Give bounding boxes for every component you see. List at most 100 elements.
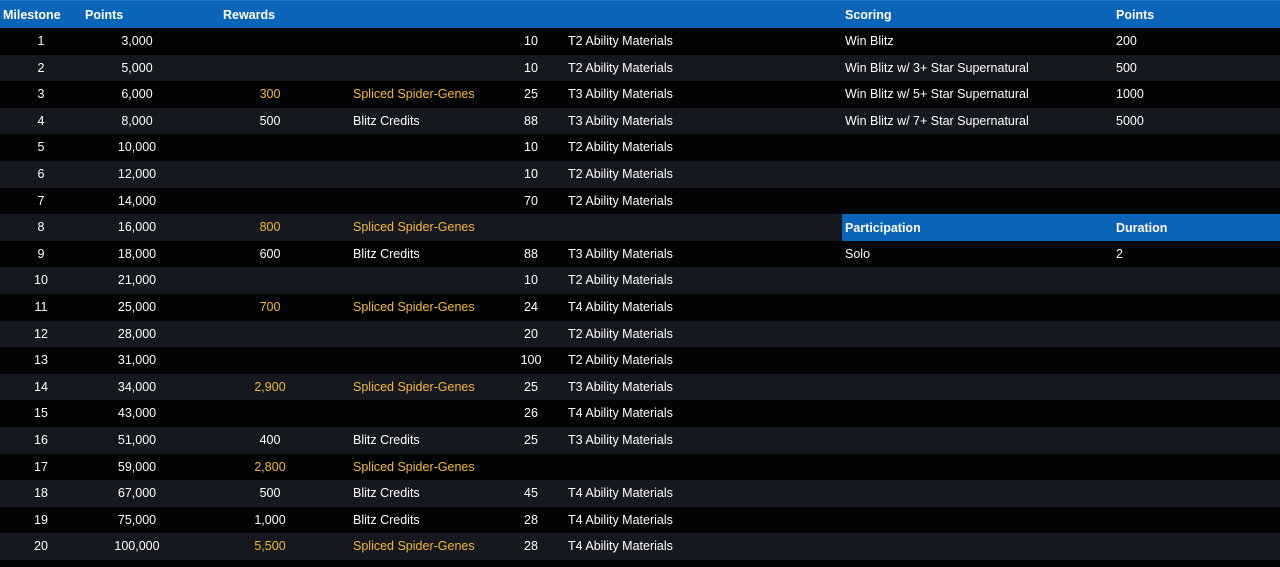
milestone-points: 100,000 <box>114 539 160 554</box>
milestone-number: 2 <box>37 60 45 75</box>
material-name: T3 Ability Materials <box>568 379 673 394</box>
table-row: 20 100,000 5,500 Spliced Spider-Genes 28 T4 A… <box>0 533 1280 560</box>
material-name: T2 Ability Materials <box>568 140 673 155</box>
milestone-points: 21,000 <box>117 273 157 288</box>
scoring-points: 5000 <box>1116 113 1144 128</box>
material-name: T3 Ability Materials <box>568 246 673 261</box>
reward-quantity: 300 <box>259 87 281 102</box>
reward-name: Spliced Spider-Genes <box>353 459 475 474</box>
material-quantity: 26 <box>524 406 538 421</box>
reward-quantity <box>222 188 318 215</box>
table-row: 13 31,000 100 T2 Ability Materials <box>0 347 1280 374</box>
milestone-points: 31,000 <box>117 353 157 368</box>
milestone-points: 10,000 <box>117 140 157 155</box>
milestone-points: 12,000 <box>117 166 157 181</box>
reward-name: Spliced Spider-Genes <box>353 299 475 314</box>
milestone-points: 34,000 <box>117 379 157 394</box>
scoring-points: 200 <box>1116 34 1137 48</box>
milestone-number: 7 <box>37 193 45 208</box>
material-name: T2 Ability Materials <box>568 193 673 208</box>
header-scoring: Scoring <box>845 8 892 22</box>
material-name: T4 Ability Materials <box>568 539 673 554</box>
material-quantity: 88 <box>524 246 538 261</box>
table-row: 6 12,000 10 T2 Ability Materials <box>0 160 1280 188</box>
milestone-points: 59,000 <box>117 459 157 474</box>
participation-header: Participation Duration <box>842 214 1280 241</box>
material-quantity: 10 <box>524 60 538 75</box>
material-quantity: 100 <box>520 353 542 368</box>
table-row: 5 10,000 10 T2 Ability Materials <box>0 134 1280 161</box>
material-quantity: 10 <box>524 140 538 155</box>
reward-quantity <box>222 28 318 55</box>
participation-type: Solo <box>845 246 871 261</box>
milestone-number: 15 <box>34 406 48 421</box>
scoring-condition: Win Blitz w/ 7+ Star Supernatural <box>845 113 1029 128</box>
table-row: 10 21,000 10 T2 Ability Materials <box>0 267 1280 294</box>
scoring-condition: Win Blitz <box>845 34 894 48</box>
material-quantity: 45 <box>524 486 538 501</box>
reward-quantity: 400 <box>259 432 281 447</box>
milestone-points: 28,000 <box>117 326 157 341</box>
material-quantity: 25 <box>524 379 538 394</box>
reward-quantity <box>222 347 318 374</box>
milestone-number: 6 <box>37 166 45 181</box>
milestone-number: 12 <box>34 326 48 341</box>
table-row: 2 5,000 10 T2 Ability Materials Win Blitz w/… <box>0 54 1280 82</box>
material-quantity: 70 <box>524 193 538 208</box>
reward-quantity <box>222 134 318 161</box>
header-rewards: Rewards <box>223 8 276 22</box>
milestone-number: 19 <box>34 512 48 527</box>
reward-quantity: 1,000 <box>254 512 286 527</box>
reward-name: Spliced Spider-Genes <box>353 220 475 235</box>
material-quantity: 10 <box>524 166 538 181</box>
reward-quantity <box>222 55 318 82</box>
material-name: T4 Ability Materials <box>568 406 673 421</box>
material-quantity: 25 <box>524 87 538 102</box>
milestone-points: 67,000 <box>117 486 157 501</box>
milestone-points: 5,000 <box>121 60 153 75</box>
reward-quantity: 800 <box>259 220 281 235</box>
milestone-number: 17 <box>34 459 48 474</box>
milestone-points: 14,000 <box>117 193 157 208</box>
material-quantity: 10 <box>524 273 538 288</box>
reward-quantity: 2,800 <box>254 459 286 474</box>
scoring-condition: Win Blitz w/ 3+ Star Supernatural <box>845 60 1029 75</box>
milestone-number: 1 <box>37 34 45 48</box>
reward-quantity: 500 <box>259 113 281 128</box>
table-row: 12 28,000 20 T2 Ability Materials <box>0 320 1280 348</box>
scoring-points: 1000 <box>1116 87 1144 102</box>
scoring-points: 500 <box>1116 60 1137 75</box>
material-name: T2 Ability Materials <box>568 273 673 288</box>
milestone-points: 8,000 <box>121 113 153 128</box>
reward-quantity <box>222 267 318 294</box>
milestone-number: 18 <box>34 486 48 501</box>
reward-name: Blitz Credits <box>353 432 420 447</box>
milestone-number: 5 <box>37 140 45 155</box>
table-row: 16 51,000 400 Blitz Credits 25 T3 Ability Mat… <box>0 426 1280 454</box>
material-name: T2 Ability Materials <box>568 34 673 48</box>
material-quantity: 20 <box>524 326 538 341</box>
material-name: T2 Ability Materials <box>568 60 673 75</box>
reward-quantity <box>222 321 318 348</box>
milestone-points: 25,000 <box>117 299 157 314</box>
header-participation: Participation <box>845 221 921 235</box>
milestone-number: 3 <box>37 87 45 102</box>
material-quantity: 10 <box>524 34 538 48</box>
material-quantity: 25 <box>524 432 538 447</box>
reward-name: Blitz Credits <box>353 512 420 527</box>
material-quantity: 28 <box>524 512 538 527</box>
reward-quantity: 2,900 <box>254 379 286 394</box>
milestone-points: 18,000 <box>117 246 157 261</box>
milestone-number: 11 <box>34 299 48 314</box>
milestone-points: 3,000 <box>121 34 153 48</box>
reward-quantity: 700 <box>259 299 281 314</box>
material-quantity <box>500 214 562 241</box>
table-row: 4 8,000 500 Blitz Credits 88 T3 Ability Mater… <box>0 107 1280 135</box>
milestone-number: 9 <box>37 246 45 261</box>
table-row: 18 67,000 500 Blitz Credits 45 T4 Ability Mat… <box>0 480 1280 507</box>
material-quantity: 24 <box>524 299 538 314</box>
table-row: 9 18,000 600 Blitz Credits 88 T3 Ability Mate… <box>0 240 1280 268</box>
milestone-points: 16,000 <box>117 220 157 235</box>
material-name: T4 Ability Materials <box>568 512 673 527</box>
table-header: Milestone Points Rewards Scoring Points <box>0 0 1280 28</box>
